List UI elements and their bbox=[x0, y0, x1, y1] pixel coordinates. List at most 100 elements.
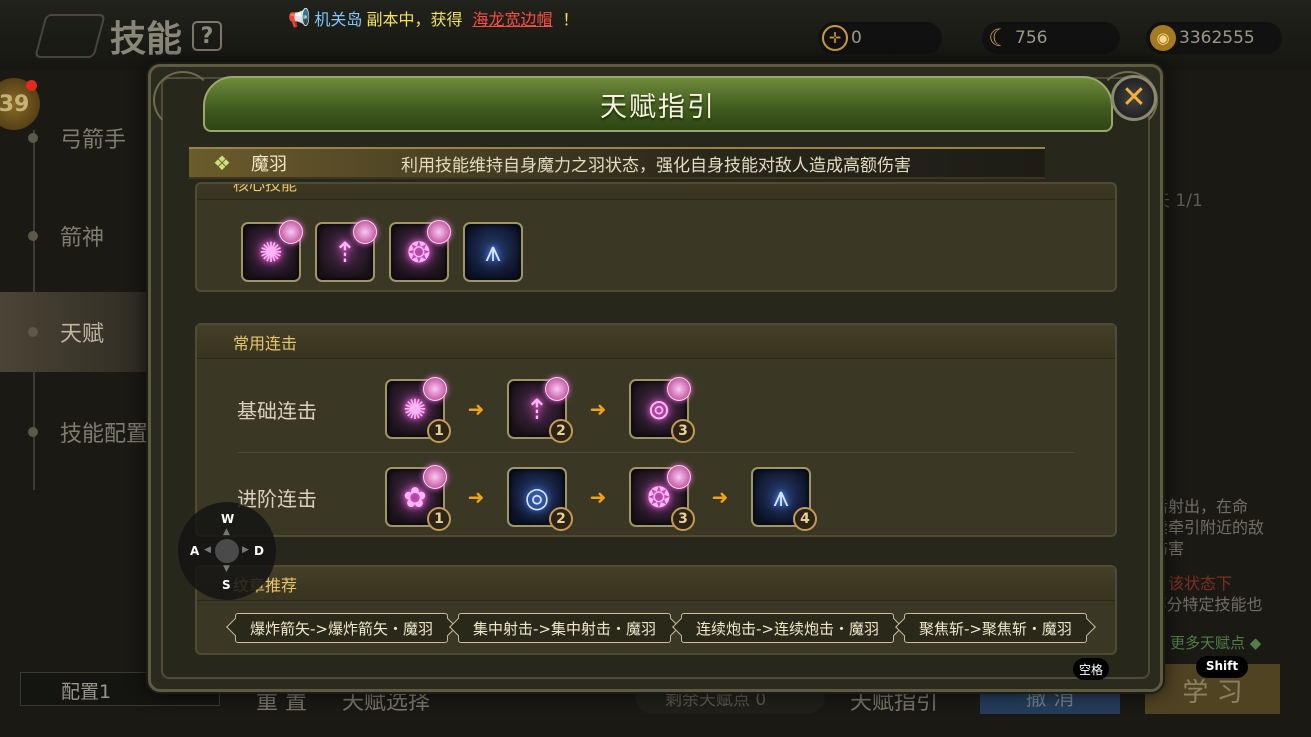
notice-place: 机关岛 bbox=[314, 10, 363, 29]
currency-value: 756 bbox=[1015, 28, 1048, 48]
magic-feather-icon: ❖ bbox=[213, 151, 231, 175]
skill-slot[interactable]: ⩚ bbox=[463, 222, 523, 282]
ornament-left bbox=[153, 71, 213, 129]
basic-combo-row: 基础连击 ✺ 1 ➜ ⇡ 2 ➜ ⊚ 3 bbox=[197, 369, 1115, 449]
notice-text: 副本中，获得 bbox=[366, 10, 463, 29]
page-header: 技能 ? bbox=[34, 10, 223, 62]
sidebar-item-arrow-god[interactable]: 箭神 bbox=[0, 196, 150, 276]
modal-header: 天赋指引 bbox=[203, 76, 1113, 132]
skill-icon: ❂ bbox=[407, 235, 431, 269]
gem-icon bbox=[279, 220, 303, 244]
sidebar-dot bbox=[28, 427, 38, 437]
notification-dot bbox=[26, 80, 37, 91]
skill-icon: ❂ bbox=[647, 480, 671, 514]
emblem-list: 爆炸箭矢->爆炸箭矢・魔羽 集中射击->集中射击・魔羽 连续炮击->连续炮击・魔… bbox=[235, 613, 1087, 643]
help-button[interactable]: ? bbox=[192, 21, 223, 51]
arrow-right-icon: ➜ bbox=[589, 485, 607, 509]
basic-combo-skills: ✺ 1 ➜ ⇡ 2 ➜ ⊚ 3 bbox=[385, 377, 695, 443]
notice-end: ！ bbox=[562, 10, 579, 29]
currency-crescent: ☾ 756 bbox=[982, 22, 1120, 54]
skill-slot[interactable]: ❂ 3 bbox=[629, 465, 695, 531]
section-title: 核心技能 bbox=[197, 182, 1115, 200]
divider bbox=[237, 452, 1075, 453]
key-w: W bbox=[221, 512, 235, 526]
gem-icon bbox=[423, 465, 447, 489]
talent-name: 魔羽 bbox=[251, 154, 287, 175]
skill-icon: ⩚ bbox=[485, 235, 501, 268]
skill-icon: ✺ bbox=[259, 235, 283, 269]
joystick-knob[interactable] bbox=[215, 539, 239, 563]
talent-description: 利用技能维持自身魔力之羽状态，强化自身技能对敌人造成高额伤害 bbox=[401, 155, 911, 176]
down-triangle-icon: ▼ bbox=[223, 564, 230, 574]
emblem-item[interactable]: 爆炸箭矢->爆炸箭矢・魔羽 bbox=[235, 613, 448, 643]
right-triangle-icon: ▶ bbox=[242, 545, 249, 555]
back-emblem-icon[interactable] bbox=[34, 14, 106, 58]
combo-step-number: 1 bbox=[427, 419, 451, 443]
skill-icon: ⇡ bbox=[333, 235, 357, 269]
currency-target: ✛ 0 bbox=[818, 22, 942, 54]
sidebar-item-talent[interactable]: 天赋 bbox=[0, 292, 150, 372]
sidebar-item-label: 弓箭手 bbox=[60, 128, 127, 153]
skill-slot[interactable]: ⊚ 3 bbox=[629, 377, 695, 443]
basic-combo-label: 基础连击 bbox=[237, 398, 317, 423]
arrow-right-icon: ➜ bbox=[467, 397, 485, 421]
combo-step-number: 2 bbox=[549, 419, 573, 443]
skill-icon: ◎ bbox=[524, 480, 550, 514]
more-points-link[interactable]: 更多天赋点 ◆ bbox=[1170, 632, 1261, 653]
page-title: 技能 bbox=[110, 19, 183, 60]
currency-value: 3362555 bbox=[1179, 28, 1255, 48]
sidebar-dot bbox=[28, 231, 38, 241]
key-s: S bbox=[222, 578, 231, 592]
skill-slot[interactable]: ⩚ 4 bbox=[751, 467, 817, 531]
close-button[interactable]: ✕ bbox=[1111, 75, 1157, 121]
combo-step-number: 1 bbox=[427, 507, 451, 531]
skill-icon: ⊚ bbox=[647, 392, 671, 426]
gem-icon bbox=[667, 465, 691, 489]
skill-slot[interactable]: ◎ 2 bbox=[507, 467, 573, 531]
skill-slot[interactable]: ✺ bbox=[241, 220, 303, 282]
skill-slot[interactable]: ⇡ bbox=[315, 220, 377, 282]
arrow-right-icon: ➜ bbox=[711, 485, 729, 509]
sidebar-item-skill-config[interactable]: 技能配置 bbox=[0, 392, 150, 472]
skill-slot[interactable]: ✺ 1 bbox=[385, 377, 451, 443]
skill-slot[interactable]: ⇡ 2 bbox=[507, 377, 573, 443]
sidebar-dot bbox=[28, 133, 38, 143]
gold-coin-icon: ◉ bbox=[1150, 25, 1176, 51]
core-skills-section: 核心技能 ✺ ⇡ ❂ ⩚ bbox=[195, 182, 1117, 292]
combo-step-number: 3 bbox=[671, 507, 695, 531]
close-icon: ✕ bbox=[1121, 80, 1147, 115]
sidebar-dot bbox=[28, 327, 38, 337]
notice-item-link[interactable]: 海龙宽边帽 bbox=[472, 6, 552, 30]
virtual-joystick[interactable]: W A S D ▲ ◀ ▶ ▼ bbox=[178, 502, 276, 600]
sidebar-item-label: 天赋 bbox=[60, 322, 105, 347]
space-key-hint: 空格 bbox=[1073, 658, 1109, 680]
core-skills-title: 核心技能 bbox=[233, 182, 298, 194]
modal-title: 天赋指引 bbox=[600, 91, 716, 123]
gem-icon bbox=[353, 220, 377, 244]
key-d: D bbox=[254, 544, 264, 558]
combo-section: 常用连击 基础连击 ✺ 1 ➜ ⇡ 2 ➜ ⊚ 3 进阶连击 ✿ 1 ➜ ◎ 2… bbox=[195, 323, 1117, 537]
system-notice: 📢 机关岛 副本中，获得 海龙宽边帽 ！ bbox=[288, 6, 578, 30]
combo-section-title: 常用连击 bbox=[233, 333, 298, 353]
horn-icon: 📢 bbox=[288, 7, 311, 29]
advanced-combo-skills: ✿ 1 ➜ ◎ 2 ➜ ❂ 3 ➜ ⩚ 4 bbox=[385, 465, 817, 531]
currency-value: 0 bbox=[851, 28, 862, 48]
emblem-item[interactable]: 连续炮击->连续炮击・魔羽 bbox=[680, 613, 894, 643]
arrow-right-icon: ➜ bbox=[589, 397, 607, 421]
currency-gold: ◉ 3362555 bbox=[1146, 22, 1282, 54]
talent-guide-modal: 天赋指引 ✕ ❖ 魔羽 利用技能维持自身魔力之羽状态，强化自身技能对敌人造成高额… bbox=[148, 64, 1163, 692]
arrow-right-icon: ➜ bbox=[467, 485, 485, 509]
advanced-combo-row: 进阶连击 ✿ 1 ➜ ◎ 2 ➜ ❂ 3 ➜ ⩚ 4 bbox=[197, 457, 1115, 537]
skill-slot[interactable]: ✿ 1 bbox=[385, 465, 451, 531]
target-coin-icon: ✛ bbox=[822, 25, 848, 51]
emblem-item[interactable]: 集中射击->集中射击・魔羽 bbox=[457, 613, 671, 643]
sidebar: 弓箭手 箭神 天赋 技能配置 bbox=[0, 70, 150, 670]
up-triangle-icon: ▲ bbox=[223, 527, 230, 537]
section-title: 纹章推荐 bbox=[197, 567, 1115, 601]
gem-icon bbox=[667, 377, 691, 401]
combo-step-number: 4 bbox=[793, 507, 817, 531]
gem-icon bbox=[545, 377, 569, 401]
skill-slot[interactable]: ❂ bbox=[389, 220, 451, 282]
emblem-item[interactable]: 聚焦斩->聚焦斩・魔羽 bbox=[903, 613, 1087, 643]
section-title: 常用连击 bbox=[197, 325, 1115, 359]
